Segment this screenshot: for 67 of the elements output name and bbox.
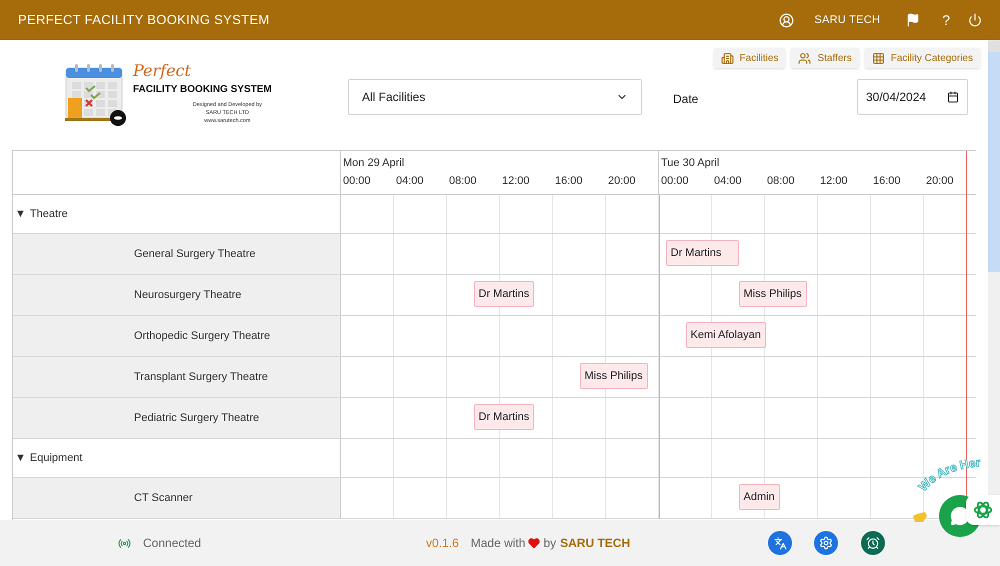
scroll-thumb[interactable] <box>988 52 1000 272</box>
group-name: Theatre <box>30 206 68 222</box>
alarm-clock-icon <box>866 536 880 550</box>
hour-label: 12:00 <box>819 174 849 189</box>
facility-name: Orthopedic Surgery Theatre <box>134 328 270 344</box>
hour-label: 08:00 <box>448 174 478 189</box>
hour-label: 08:00 <box>766 174 796 189</box>
hour-label: 20:00 <box>925 174 955 189</box>
knot-icon <box>972 499 994 521</box>
facility-name: Transplant Surgery Theatre <box>134 370 268 385</box>
nav-button[interactable]: Facility Categories <box>864 48 980 68</box>
settings-icon <box>819 536 833 550</box>
booking-block[interactable]: Kemi Afolayan <box>686 322 766 348</box>
power-icon[interactable] <box>968 13 982 27</box>
heart-icon <box>528 538 540 548</box>
flag-icon[interactable] <box>906 13 920 27</box>
signal-icon <box>118 536 131 550</box>
facility-name: CT Scanner <box>134 490 192 506</box>
booking-block[interactable]: Admin <box>738 484 780 510</box>
made-with-text: Made with <box>470 535 526 552</box>
booking-block[interactable]: Dr Martins <box>474 404 534 430</box>
group-toggle[interactable]: ▼ <box>15 206 26 222</box>
logo-brand: Perfect <box>133 62 192 80</box>
translate-icon <box>774 536 786 550</box>
connection-status: Connected <box>143 535 202 552</box>
hour-label: 04:00 <box>395 174 425 189</box>
calendar-logo-icon <box>65 62 127 126</box>
group-toggle[interactable]: ▼ <box>15 450 26 466</box>
booking-block[interactable]: Dr Martins <box>474 281 534 307</box>
settings-button[interactable] <box>814 531 838 555</box>
date-field[interactable]: 30/04/2024 <box>857 79 968 115</box>
booking-block[interactable]: Miss Philips <box>580 363 648 389</box>
alarm-button[interactable] <box>861 531 885 555</box>
hour-label: 04:00 <box>713 174 743 189</box>
facility-name: Neurosurgery Theatre <box>134 288 242 303</box>
people-icon <box>798 52 812 64</box>
hour-label: 00:00 <box>342 174 372 189</box>
building-icon <box>720 52 734 64</box>
calendar-icon[interactable] <box>947 91 959 103</box>
translate-button[interactable] <box>768 531 792 555</box>
facility-name: General Surgery Theatre <box>134 246 256 262</box>
logo-name: FACILITY BOOKING SYSTEM <box>133 83 272 97</box>
app-title: PERFECT FACILITY BOOKING SYSTEM <box>18 11 270 30</box>
chat-icon <box>950 506 970 526</box>
group-name: Equipment <box>30 450 82 466</box>
user-name[interactable]: SARU TECH <box>814 12 880 28</box>
date-label: Date <box>673 91 698 108</box>
hour-label: 20:00 <box>607 174 637 189</box>
help-button[interactable]: ? <box>942 10 950 30</box>
grid-icon <box>872 52 885 64</box>
hour-label: 12:00 <box>501 174 531 189</box>
day-label: Mon 29 April <box>342 156 406 171</box>
day-label: Tue 30 April <box>660 156 720 171</box>
account-icon[interactable] <box>779 12 794 28</box>
hour-label: 16:00 <box>554 174 584 189</box>
by-text: by <box>543 535 556 552</box>
hour-label: 00:00 <box>660 174 690 189</box>
nav-button[interactable]: Staffers <box>791 48 859 68</box>
facility-name: Pediatric Surgery Theatre <box>134 410 260 426</box>
hour-label: 16:00 <box>872 174 902 189</box>
version-label: v0.1.6 <box>426 535 459 552</box>
company-name: SARU TECH <box>560 535 630 552</box>
facility-select[interactable]: All Facilities <box>348 79 642 115</box>
assistant-button[interactable] <box>966 495 1000 525</box>
booking-block[interactable]: Dr Martins <box>666 240 738 266</box>
nav-button[interactable]: Facilities <box>714 48 786 68</box>
booking-block[interactable]: Miss Philips <box>738 281 807 307</box>
